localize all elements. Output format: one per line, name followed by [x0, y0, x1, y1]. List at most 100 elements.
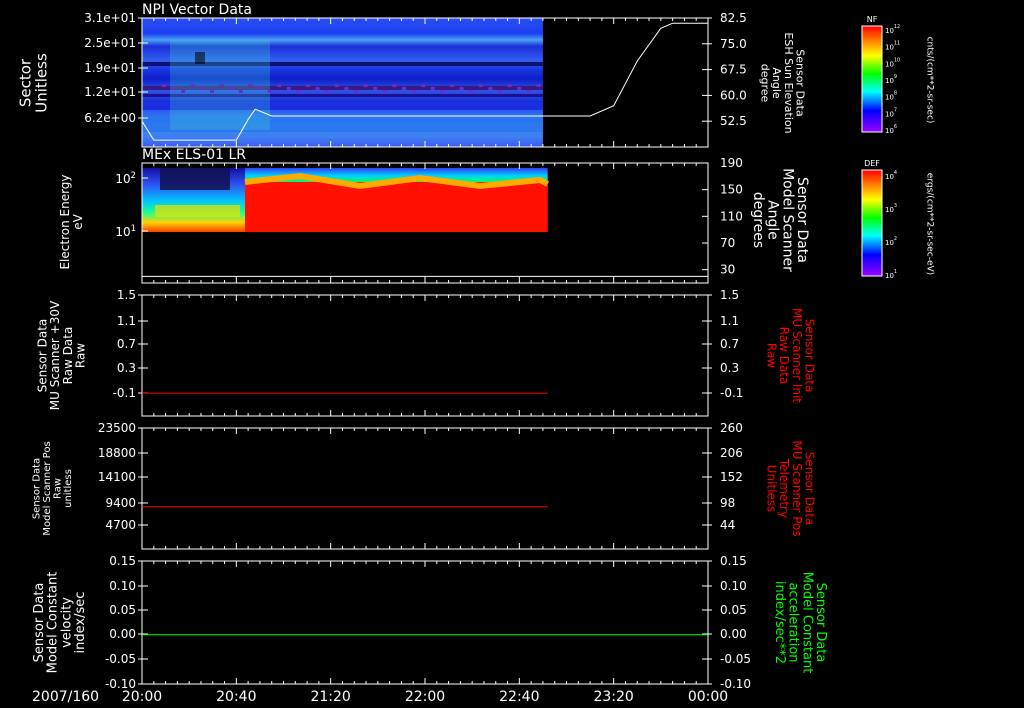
spectrogram-cell — [286, 87, 291, 90]
spectrogram-cell — [430, 87, 435, 90]
spectrogram-cell — [248, 84, 253, 87]
y-axis-label-left: SectorUnitless — [17, 53, 51, 113]
panel-2-frame — [141, 294, 709, 417]
y-tick-label-right: 75.0 — [720, 37, 747, 51]
panel-title: NPI Vector Data — [142, 2, 252, 18]
time-tick-label: 20:00 — [122, 689, 162, 705]
colorbar-tick-label: 104 — [885, 170, 897, 181]
y-tick-label-right: 30 — [720, 263, 735, 277]
spectrogram-cell — [402, 87, 406, 90]
spectrogram-cell — [488, 87, 493, 90]
y-tick-label-left: 0.15 — [109, 554, 136, 568]
y-axis-label-left-line: Raw — [52, 478, 63, 499]
y-tick-label-left: 0.00 — [109, 627, 136, 641]
spectrogram-cell — [498, 90, 502, 93]
y-axis-label-right-line: Raw — [765, 343, 779, 368]
y-tick-label-left: 1.1 — [117, 314, 136, 328]
time-tick-label: 21:20 — [310, 689, 350, 705]
y-axis-label-right-line: Sensor Data — [794, 177, 810, 263]
y-axis-label-right: Sensor DataMU Scanner InitRaw DataRaw — [765, 308, 817, 403]
y-axis-label-left: Sensor DataModel Constantvelocityindex/s… — [32, 572, 88, 674]
spectrogram-els-core — [245, 182, 548, 232]
y-axis-label-right-line: Angle — [765, 200, 781, 240]
y-axis-label-left-line: Model Scanner Pos — [42, 441, 53, 535]
y-tick-label-right: 1.1 — [720, 314, 739, 328]
spectrogram-cell — [190, 84, 195, 87]
spectrogram-cell — [536, 84, 541, 87]
time-tick-label: 20:40 — [216, 689, 256, 705]
y-tick-label-left: 23500 — [98, 421, 136, 435]
colorbar-tick-label: 1010 — [885, 57, 900, 68]
spectrogram-cell — [238, 90, 243, 93]
spectrogram-cell — [181, 90, 186, 93]
y-tick-label-right: 1.5 — [720, 288, 739, 302]
y-axis-label-left-line: Unitless — [32, 53, 50, 113]
colorbar-nf — [861, 25, 883, 133]
colorbar-name: NF — [867, 15, 878, 24]
spectrogram-cell — [229, 87, 234, 90]
y-tick-label-right: 0.00 — [720, 627, 747, 641]
panel-title: MEx ELS-01 LR — [142, 147, 246, 163]
spectrogram-cell — [325, 90, 330, 93]
colorbar-tick-label: 108 — [885, 91, 897, 102]
colorbar-def — [861, 169, 883, 277]
y-tick-label-right: 82.5 — [720, 11, 747, 25]
y-tick-label-left: 14100 — [98, 470, 136, 484]
colorbar-tick-label: 102 — [885, 236, 897, 247]
y-tick-label-left: 4700 — [105, 518, 136, 532]
colorbar-name: DEF — [864, 159, 880, 168]
colorbar-tick-label: 1011 — [885, 41, 900, 52]
spectrogram-cell — [373, 87, 378, 90]
spectrogram-cell — [517, 87, 522, 90]
spectrogram-cell — [315, 87, 320, 90]
spectrogram-els-low — [160, 168, 230, 190]
spectrogram-cell — [344, 87, 349, 90]
y-tick-label-right: 110 — [720, 209, 743, 223]
y-tick-label-right: -0.1 — [720, 386, 743, 400]
y-tick-label-right: 0.05 — [720, 603, 747, 617]
y-axis-label-left: Sensor Data Model Scanner Pos Raw unitless — [31, 441, 74, 535]
spectrogram-cell — [200, 87, 205, 90]
y-tick-label-left: 3.1e+01 — [84, 11, 136, 25]
y-tick-label-right: 206 — [720, 446, 743, 460]
y-axis-label-left-line: Sensor Data — [31, 458, 42, 519]
multi-panel-plot: 3.1e+01 2.5e+01 1.9e+01 1.2e+01 6.2e+00 82.5 7… — [17, 2, 935, 705]
y-tick-label-right: 60.0 — [720, 88, 747, 102]
y-axis-label-right-line: Model Scanner — [779, 168, 795, 272]
spectrogram-patch — [195, 52, 205, 64]
time-tick-label: 22:00 — [405, 689, 445, 705]
y-tick-label-left: 18800 — [98, 446, 136, 460]
y-axis-label-right-line: degree — [759, 64, 772, 103]
y-tick-label-left: 1.2e+01 — [84, 85, 136, 99]
colorbar-units-line: cnts/(cm**2-sr-sec) — [925, 37, 935, 124]
y-axis-label-left-line: eV — [71, 213, 85, 229]
time-tick-label: 23:20 — [593, 689, 633, 705]
y-axis-label-left: Sensor DataMU Scanner +30VRaw DataRaw — [36, 300, 88, 410]
y-tick-label-right: 0.15 — [720, 554, 747, 568]
y-axis-label-right: Sensor DataModel Constantaccelerationind… — [772, 572, 828, 674]
spectrogram-cell — [219, 84, 224, 87]
spectrogram-cell — [469, 90, 474, 93]
y-tick-label-left: 9400 — [105, 496, 136, 510]
y-axis-label-right-line: degrees — [750, 192, 766, 248]
y-tick-label-right: 0.10 — [720, 579, 747, 593]
time-tick-label: 22:40 — [499, 689, 539, 705]
colorbar-tick-label: 107 — [885, 107, 897, 118]
spectrogram-cell — [210, 90, 214, 93]
spectrogram-cell — [267, 90, 272, 93]
y-tick-label-left: 1.5 — [117, 288, 136, 302]
y-axis-label-right-line: index/sec**2 — [772, 581, 787, 664]
y-axis-label-left-line: unitless — [63, 469, 74, 508]
y-tick-label-right: 190 — [720, 156, 743, 170]
panel-3-frame — [141, 427, 709, 550]
y-tick-label-right: 52.5 — [720, 114, 747, 128]
y-tick-label-right: 70 — [720, 236, 735, 250]
y-tick-label-right: -0.05 — [720, 652, 751, 666]
spectrogram-cell — [277, 84, 282, 87]
y-axis-label-left-line: Raw — [73, 343, 87, 368]
y-tick-label-left: 0.10 — [109, 579, 136, 593]
spectrogram-cell — [258, 87, 262, 90]
spectrogram-cell — [171, 87, 176, 90]
y-tick-label-left: 0.05 — [109, 603, 136, 617]
y-tick-label-right: 67.5 — [720, 63, 747, 77]
